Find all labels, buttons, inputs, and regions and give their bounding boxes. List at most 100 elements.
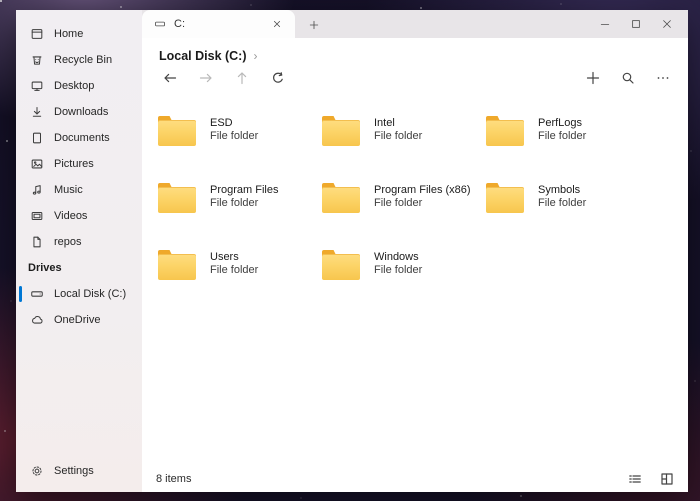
folder-icon bbox=[486, 183, 524, 213]
minimize-button[interactable] bbox=[594, 13, 616, 35]
folder-tile-program-files-x86[interactable]: Program Files (x86) File folder bbox=[322, 183, 486, 250]
window-controls bbox=[594, 10, 678, 38]
sidebar-item-label: Home bbox=[54, 28, 83, 40]
folder-icon bbox=[486, 116, 524, 146]
ellipsis-icon bbox=[655, 70, 671, 86]
folder-tile-windows[interactable]: Windows File folder bbox=[322, 250, 486, 317]
sidebar-item-label: Downloads bbox=[54, 106, 108, 118]
refresh-icon bbox=[270, 70, 286, 86]
plus-icon bbox=[585, 70, 601, 86]
details-view-icon bbox=[627, 471, 643, 487]
selection-indicator bbox=[19, 52, 22, 68]
sidebar-item-music[interactable]: Music bbox=[16, 177, 142, 203]
folder-name: Windows bbox=[374, 251, 422, 264]
selection-indicator bbox=[19, 156, 22, 172]
breadcrumb-current[interactable]: Local Disk (C:) bbox=[159, 49, 247, 63]
sidebar-item-home[interactable]: Home bbox=[16, 21, 142, 47]
folder-icon bbox=[322, 250, 360, 280]
sidebar-item-desktop[interactable]: Desktop bbox=[16, 73, 142, 99]
folder-icon bbox=[158, 183, 196, 213]
folder-tile-esd[interactable]: ESD File folder bbox=[158, 116, 322, 183]
maximize-icon bbox=[630, 18, 642, 30]
plus-icon bbox=[308, 19, 320, 31]
file-explorer-window: Home Recycle Bin Desktop Downloads D bbox=[16, 10, 688, 492]
arrow-right-icon bbox=[198, 70, 214, 86]
sidebar-item-label: Recycle Bin bbox=[54, 54, 112, 66]
more-options-button[interactable] bbox=[650, 66, 676, 90]
arrow-left-icon bbox=[162, 70, 178, 86]
up-button[interactable] bbox=[229, 66, 255, 90]
forward-button[interactable] bbox=[193, 66, 219, 90]
back-button[interactable] bbox=[157, 66, 183, 90]
tab-label: C: bbox=[174, 18, 260, 30]
sidebar-item-downloads[interactable]: Downloads bbox=[16, 99, 142, 125]
selection-indicator bbox=[19, 463, 22, 479]
sidebar-item-videos[interactable]: Videos bbox=[16, 203, 142, 229]
sidebar-item-label: repos bbox=[54, 236, 82, 248]
sidebar-item-settings[interactable]: Settings bbox=[16, 458, 142, 484]
sidebar-item-label: Settings bbox=[54, 465, 94, 477]
folder-type: File folder bbox=[374, 130, 422, 143]
folder-tile-intel[interactable]: Intel File folder bbox=[322, 116, 486, 183]
selection-indicator bbox=[19, 234, 22, 250]
close-icon bbox=[271, 18, 283, 30]
folder-name: ESD bbox=[210, 117, 258, 130]
folder-type: File folder bbox=[210, 130, 258, 143]
folder-type: File folder bbox=[538, 197, 586, 210]
navigation-toolbar bbox=[142, 64, 688, 92]
sidebar-item-label: Documents bbox=[54, 132, 110, 144]
selection-indicator bbox=[19, 26, 22, 42]
recycle-bin-icon bbox=[30, 53, 44, 67]
arrow-up-icon bbox=[234, 70, 250, 86]
sidebar-item-label: Desktop bbox=[54, 80, 94, 92]
file-grid: ESD File folder Intel File folder bbox=[158, 116, 688, 317]
maximize-button[interactable] bbox=[625, 13, 647, 35]
new-tab-button[interactable] bbox=[301, 12, 327, 38]
sidebar-item-label: Pictures bbox=[54, 158, 94, 170]
folder-icon bbox=[322, 183, 360, 213]
folder-name: Program Files bbox=[210, 184, 278, 197]
details-view-button[interactable] bbox=[627, 471, 643, 487]
pictures-icon bbox=[30, 157, 44, 171]
sidebar-item-local-disk-c[interactable]: Local Disk (C:) bbox=[16, 281, 142, 307]
folder-tile-symbols[interactable]: Symbols File folder bbox=[486, 183, 650, 250]
sidebar-item-label: Music bbox=[54, 184, 83, 196]
folder-tile-perflogs[interactable]: PerfLogs File folder bbox=[486, 116, 650, 183]
tiles-view-button[interactable] bbox=[659, 471, 675, 487]
selection-indicator bbox=[19, 312, 22, 328]
sidebar-item-label: Videos bbox=[54, 210, 87, 222]
folder-name: Symbols bbox=[538, 184, 586, 197]
sidebar-item-label: Local Disk (C:) bbox=[54, 288, 126, 300]
folder-icon bbox=[158, 250, 196, 280]
sidebar-item-documents[interactable]: Documents bbox=[16, 125, 142, 151]
documents-icon bbox=[30, 131, 44, 145]
selection-indicator bbox=[19, 130, 22, 146]
music-icon bbox=[30, 183, 44, 197]
new-item-button[interactable] bbox=[580, 66, 606, 90]
sidebar-item-onedrive[interactable]: OneDrive bbox=[16, 307, 142, 333]
titlebar: C: bbox=[142, 10, 688, 38]
downloads-icon bbox=[30, 105, 44, 119]
cloud-icon bbox=[30, 313, 44, 327]
desktop-wallpaper: Home Recycle Bin Desktop Downloads D bbox=[0, 0, 700, 501]
selection-indicator bbox=[19, 182, 22, 198]
videos-icon bbox=[30, 209, 44, 223]
sidebar-item-recycle-bin[interactable]: Recycle Bin bbox=[16, 47, 142, 73]
tab-close-button[interactable] bbox=[268, 15, 286, 33]
folder-name: Program Files (x86) bbox=[374, 184, 471, 197]
folder-name: Users bbox=[210, 251, 258, 264]
gear-icon bbox=[30, 464, 44, 478]
sidebar-item-pictures[interactable]: Pictures bbox=[16, 151, 142, 177]
folder-tile-program-files[interactable]: Program Files File folder bbox=[158, 183, 322, 250]
folder-tile-users[interactable]: Users File folder bbox=[158, 250, 322, 317]
close-button[interactable] bbox=[656, 13, 678, 35]
tab-c-drive[interactable]: C: bbox=[142, 10, 295, 38]
wallpaper-stars bbox=[0, 0, 2, 2]
repos-icon bbox=[30, 235, 44, 249]
sidebar-item-repos[interactable]: repos bbox=[16, 229, 142, 255]
selection-indicator bbox=[19, 286, 22, 302]
search-button[interactable] bbox=[615, 66, 641, 90]
search-icon bbox=[620, 70, 636, 86]
refresh-button[interactable] bbox=[265, 66, 291, 90]
folder-type: File folder bbox=[374, 264, 422, 277]
